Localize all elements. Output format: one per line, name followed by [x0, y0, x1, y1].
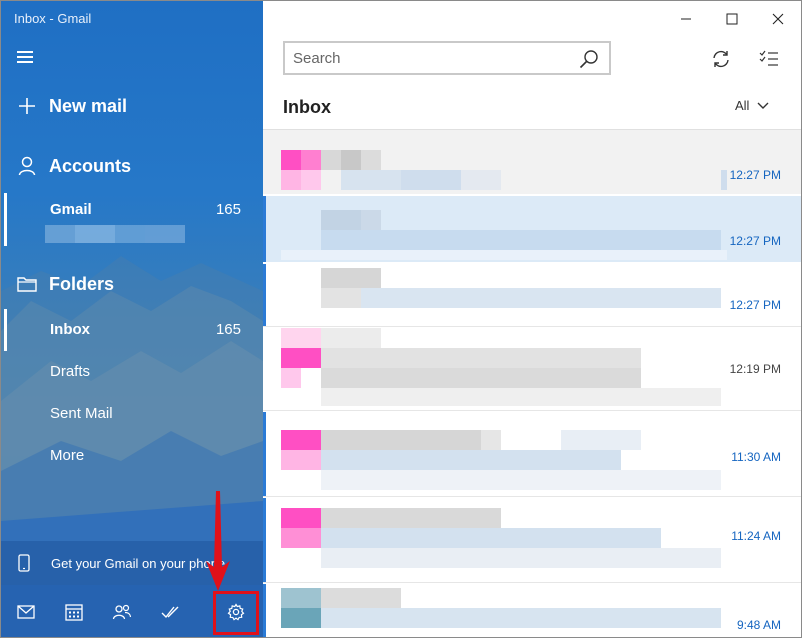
- folder-label: Inbox: [50, 320, 90, 338]
- chevron-down-icon: [757, 102, 769, 109]
- message-item[interactable]: 12:27 PM: [263, 196, 801, 262]
- filter-dropdown[interactable]: All: [735, 98, 769, 113]
- message-time: 12:19 PM: [729, 362, 781, 376]
- message-item[interactable]: 9:48 AM: [263, 584, 801, 637]
- people-icon[interactable]: [105, 595, 139, 629]
- maximize-button[interactable]: [709, 5, 755, 33]
- account-email-redacted: [45, 225, 195, 243]
- account-gmail[interactable]: Gmail 165: [1, 189, 263, 229]
- folder-title: Inbox: [283, 97, 331, 117]
- search-icon[interactable]: [579, 49, 599, 74]
- selection-mode-icon[interactable]: [755, 45, 783, 73]
- minimize-button[interactable]: [663, 5, 709, 33]
- todo-checkmark-icon[interactable]: [153, 595, 187, 629]
- folder-inbox[interactable]: Inbox 165: [1, 309, 263, 349]
- folder-label: More: [50, 446, 85, 464]
- mail-window: Inbox - Gmail New mail Accounts Gmail 16…: [0, 0, 802, 638]
- close-button[interactable]: [755, 5, 801, 33]
- accounts-heading[interactable]: Accounts: [1, 146, 263, 186]
- folder-label: Drafts: [50, 362, 91, 380]
- message-item[interactable]: 12:19 PM: [263, 328, 801, 410]
- message-time: 12:27 PM: [729, 298, 781, 312]
- annotation-arrow: [206, 491, 230, 591]
- new-mail-button[interactable]: New mail: [1, 86, 263, 126]
- person-icon: [16, 155, 38, 177]
- folder-sent-mail[interactable]: Sent Mail: [1, 393, 263, 433]
- message-item[interactable]: 11:24 AM: [263, 498, 801, 582]
- account-unread-count: 165: [215, 200, 241, 218]
- search-box[interactable]: [283, 41, 611, 75]
- folder-unread-count: 165: [215, 320, 241, 338]
- sync-icon[interactable]: [707, 45, 735, 73]
- folder-more[interactable]: More: [1, 435, 263, 475]
- message-item[interactable]: 12:27 PM: [263, 130, 801, 194]
- message-time: 9:48 AM: [736, 618, 781, 632]
- accounts-label: Accounts: [49, 155, 132, 176]
- folder-label: Sent Mail: [50, 404, 113, 422]
- message-time: 11:30 AM: [731, 450, 781, 464]
- message-item[interactable]: 12:27 PM: [263, 264, 801, 326]
- new-mail-label: New mail: [49, 95, 128, 116]
- account-name: Gmail: [50, 200, 92, 218]
- message-list-pane: Inbox All 12:27 PM: [263, 1, 801, 637]
- calendar-icon[interactable]: [57, 595, 91, 629]
- message-time: 11:24 AM: [731, 529, 781, 543]
- message-item[interactable]: 11:30 AM: [263, 412, 801, 496]
- message-list: 12:27 PM 12:27 PM 12:27 PM 12:19 PM 11:3…: [263, 129, 801, 637]
- search-input[interactable]: [293, 48, 563, 68]
- filter-selected-value: All: [735, 98, 750, 113]
- window-title: Inbox - Gmail: [14, 11, 92, 26]
- folders-heading[interactable]: Folders: [1, 264, 263, 304]
- folder-drafts[interactable]: Drafts: [1, 351, 263, 391]
- plus-icon: [16, 95, 38, 117]
- folder-icon: [16, 273, 38, 295]
- message-time: 12:27 PM: [729, 168, 781, 182]
- hamburger-menu-button[interactable]: [15, 48, 37, 66]
- annotation-highlight-box: [213, 591, 259, 635]
- mail-icon[interactable]: [9, 595, 43, 629]
- message-time: 12:27 PM: [729, 234, 781, 248]
- folders-label: Folders: [49, 273, 115, 294]
- phone-icon: [18, 554, 30, 577]
